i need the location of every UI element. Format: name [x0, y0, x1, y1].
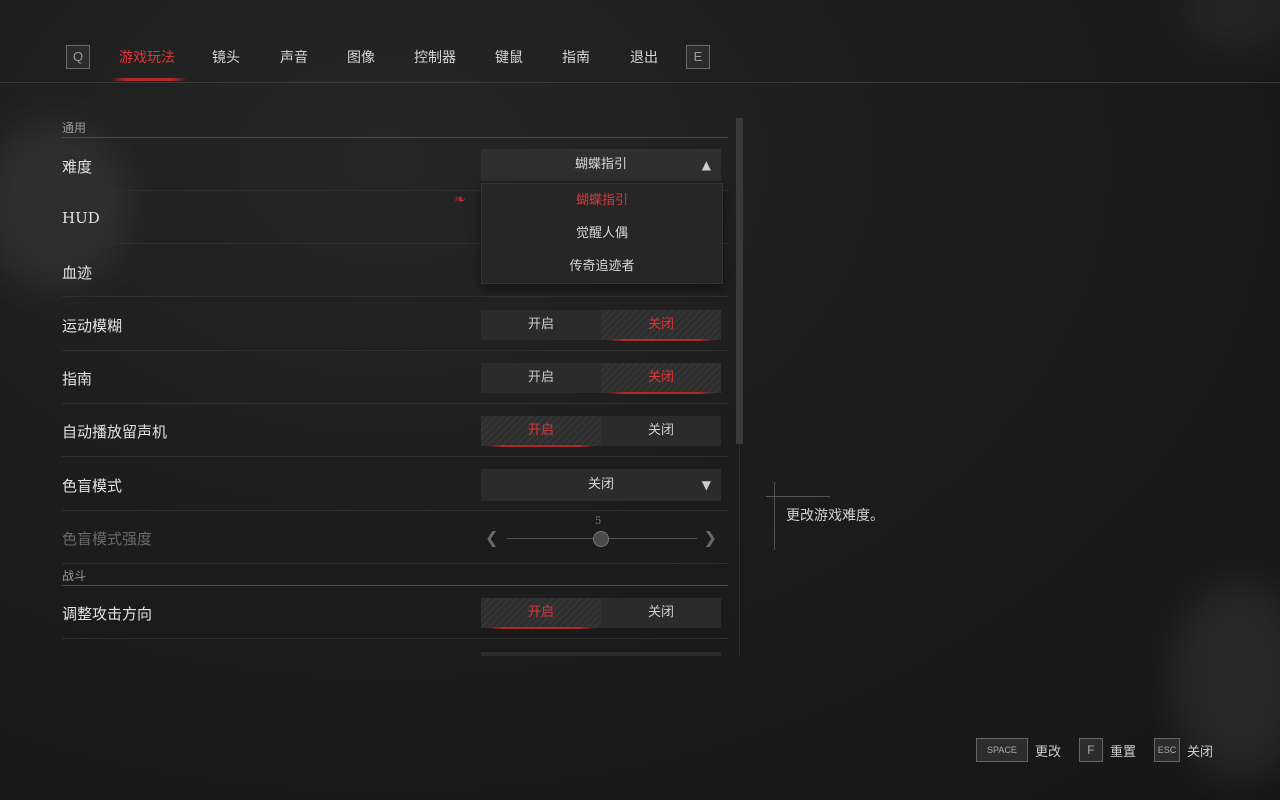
cursor-icon: ❧: [454, 192, 466, 208]
next-tab-key[interactable]: E: [686, 45, 710, 69]
attack-direction-off[interactable]: 关闭: [601, 598, 721, 628]
chevron-up-icon: ▲: [701, 158, 711, 172]
autoplay-on[interactable]: 开启: [481, 416, 601, 447]
difficulty-dropdown[interactable]: 蝴蝶指引 ▲: [481, 149, 721, 181]
chevron-down-icon: ▼: [701, 478, 711, 492]
chevron-right-icon[interactable]: ❯: [704, 528, 717, 547]
colorblind-value: 关闭: [587, 477, 614, 492]
attack-direction-toggle[interactable]: 开启 关闭: [481, 598, 721, 629]
difficulty-option[interactable]: 觉醒人偶: [482, 217, 722, 250]
difficulty-option[interactable]: 传奇追迹者: [482, 250, 722, 283]
motion-blur-label: 运动模糊: [62, 317, 123, 335]
blood-label: 血迹: [62, 264, 93, 282]
row-divider: [62, 296, 728, 297]
autoplay-off[interactable]: 关闭: [601, 416, 721, 446]
motion-blur-toggle[interactable]: 开启 关闭: [481, 310, 721, 341]
difficulty-options: 蝴蝶指引 觉醒人偶 传奇追迹者: [481, 183, 723, 284]
row-divider: [62, 403, 728, 404]
tab-quit[interactable]: 退出: [630, 47, 658, 67]
next-control-edge: [481, 652, 721, 656]
row-divider: [62, 510, 728, 511]
difficulty-option[interactable]: 蝴蝶指引: [482, 184, 722, 217]
hint-label-change: 更改: [1034, 744, 1061, 760]
colorblind-dropdown[interactable]: 关闭 ▼: [481, 469, 721, 501]
active-tab-indicator: [111, 78, 187, 81]
chevron-left-icon[interactable]: ❮: [485, 528, 498, 547]
autoplay-label: 自动播放留声机: [62, 423, 168, 441]
hint-label-close: 关闭: [1186, 744, 1213, 760]
row-divider: [62, 350, 728, 351]
slider-value: 5: [595, 516, 602, 527]
colorblind-strength-label: 色盲模式强度: [62, 530, 153, 548]
guide-toggle[interactable]: 开启 关闭: [481, 363, 721, 394]
tab-sound[interactable]: 声音: [280, 47, 308, 67]
description-text: 更改游戏难度。: [786, 508, 884, 524]
hint-label-reset: 重置: [1109, 744, 1136, 760]
row-divider: [62, 563, 728, 564]
colorblind-strength-slider[interactable]: ❮ 5 ❯: [481, 516, 721, 554]
guide-label: 指南: [62, 370, 93, 388]
tab-keyboard-mouse[interactable]: 键鼠: [495, 47, 523, 67]
tab-graphics[interactable]: 图像: [347, 47, 375, 67]
bottom-hints: SPACE 更改 F 重置 ESC 关闭: [975, 738, 1213, 762]
tab-camera[interactable]: 镜头: [212, 47, 240, 67]
row-divider: [62, 638, 728, 639]
colorblind-label: 色盲模式: [62, 477, 123, 495]
section-title-general: 通用: [62, 121, 87, 135]
space-key[interactable]: SPACE: [975, 738, 1028, 762]
scrollbar-thumb[interactable]: [736, 118, 743, 444]
top-navigation: Q 游戏玩法 镜头 声音 图像 控制器 键鼠 指南 退出 E: [0, 30, 1280, 83]
guide-off[interactable]: 关闭: [601, 363, 721, 394]
hud-label: HUD: [62, 209, 100, 227]
difficulty-value: 蝴蝶指引: [574, 157, 627, 172]
tab-gameplay[interactable]: 游戏玩法: [119, 47, 175, 67]
description-crosshair: [774, 482, 775, 550]
tab-guide[interactable]: 指南: [562, 47, 590, 67]
section-divider: [62, 585, 728, 586]
tab-controller[interactable]: 控制器: [414, 47, 456, 67]
motion-blur-off[interactable]: 关闭: [601, 310, 721, 341]
attack-direction-on[interactable]: 开启: [481, 598, 601, 629]
row-divider: [62, 456, 728, 457]
attack-direction-label: 调整攻击方向: [62, 605, 153, 623]
section-title-combat: 战斗: [62, 569, 87, 583]
guide-on[interactable]: 开启: [481, 363, 601, 393]
motion-blur-on[interactable]: 开启: [481, 310, 601, 340]
esc-key[interactable]: ESC: [1153, 738, 1180, 762]
slider-knob[interactable]: [593, 531, 609, 547]
section-divider: [62, 137, 728, 138]
difficulty-label: 难度: [62, 158, 93, 176]
prev-tab-key[interactable]: Q: [66, 45, 90, 69]
description-crosshair: [766, 496, 830, 497]
f-key[interactable]: F: [1078, 738, 1103, 762]
autoplay-toggle[interactable]: 开启 关闭: [481, 416, 721, 447]
